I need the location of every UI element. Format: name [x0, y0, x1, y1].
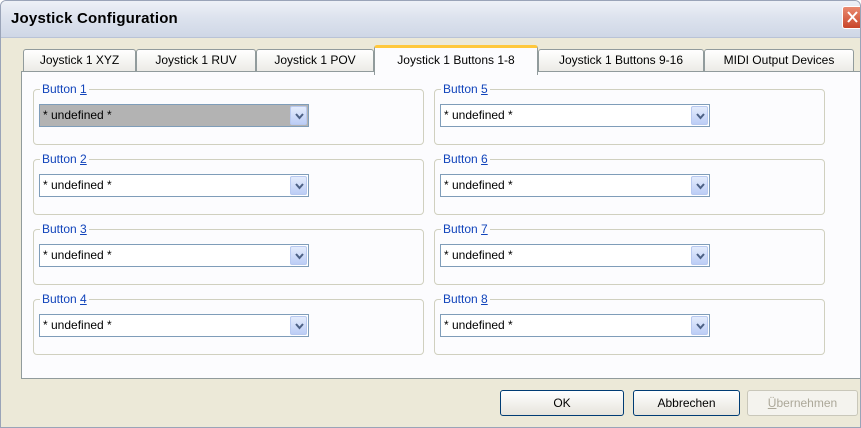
select-value: * undefined *	[43, 248, 112, 262]
button-1-group: Button 1 * undefined *	[33, 82, 424, 145]
button-6-group: Button 6 * undefined *	[434, 152, 825, 215]
button-7-group: Button 7 * undefined *	[434, 222, 825, 285]
tab-midi-output-devices[interactable]: MIDI Output Devices	[704, 49, 854, 71]
chevron-down-icon	[696, 253, 705, 260]
button-8-group: Button 8 * undefined *	[434, 292, 825, 355]
group-label: Button 8	[441, 292, 490, 306]
dropdown-button[interactable]	[691, 106, 708, 125]
tab-joystick-1-xyz[interactable]: Joystick 1 XYZ	[23, 49, 136, 71]
dropdown-button[interactable]	[290, 246, 307, 265]
select-value: * undefined *	[43, 318, 112, 332]
close-icon	[847, 11, 858, 23]
close-button[interactable]	[842, 6, 860, 29]
chevron-down-icon	[295, 253, 304, 260]
chevron-down-icon	[696, 113, 705, 120]
tab-panel: Button 1 * undefined * Button 2 * undefi…	[21, 71, 860, 379]
button-4-group: Button 4 * undefined *	[33, 292, 424, 355]
tab-joystick-1-buttons-9-16[interactable]: Joystick 1 Buttons 9-16	[538, 49, 704, 71]
button-2-select[interactable]: * undefined *	[39, 174, 309, 197]
button-4-select[interactable]: * undefined *	[39, 314, 309, 337]
ok-button[interactable]: OK	[500, 390, 624, 416]
group-label: Button 2	[40, 152, 89, 166]
group-label: Button 6	[441, 152, 490, 166]
chevron-down-icon	[295, 113, 304, 120]
chevron-down-icon	[295, 323, 304, 330]
tab-joystick-1-ruv[interactable]: Joystick 1 RUV	[136, 49, 256, 71]
joystick-config-window: Joystick Configuration Joystick 1 XYZ Jo…	[0, 0, 861, 428]
button-2-group: Button 2 * undefined *	[33, 152, 424, 215]
group-label: Button 7	[441, 222, 490, 236]
select-value: * undefined *	[444, 178, 513, 192]
chevron-down-icon	[295, 183, 304, 190]
group-label: Button 4	[40, 292, 89, 306]
button-3-group: Button 3 * undefined *	[33, 222, 424, 285]
button-8-select[interactable]: * undefined *	[440, 314, 710, 337]
button-6-select[interactable]: * undefined *	[440, 174, 710, 197]
title-bar[interactable]: Joystick Configuration	[1, 1, 860, 38]
group-label: Button 1	[40, 82, 89, 96]
select-value: * undefined *	[444, 318, 513, 332]
group-label: Button 3	[40, 222, 89, 236]
button-3-select[interactable]: * undefined *	[39, 244, 309, 267]
chevron-down-icon	[696, 183, 705, 190]
chevron-down-icon	[696, 323, 705, 330]
dropdown-button[interactable]	[691, 246, 708, 265]
tab-joystick-1-pov[interactable]: Joystick 1 POV	[256, 49, 374, 71]
dropdown-button[interactable]	[290, 316, 307, 335]
window-title: Joystick Configuration	[11, 10, 178, 27]
select-value: * undefined *	[43, 178, 112, 192]
button-1-select[interactable]: * undefined *	[39, 104, 309, 127]
select-value: * undefined *	[43, 108, 112, 122]
button-7-select[interactable]: * undefined *	[440, 244, 710, 267]
dropdown-button[interactable]	[691, 176, 708, 195]
dropdown-button[interactable]	[691, 316, 708, 335]
button-5-select[interactable]: * undefined *	[440, 104, 710, 127]
select-value: * undefined *	[444, 248, 513, 262]
tab-joystick-1-buttons-1-8[interactable]: Joystick 1 Buttons 1-8	[374, 45, 538, 75]
apply-button[interactable]: Übernehmen	[747, 390, 858, 416]
dropdown-button[interactable]	[290, 176, 307, 195]
select-value: * undefined *	[444, 108, 513, 122]
cancel-button[interactable]: Abbrechen	[633, 390, 740, 416]
button-5-group: Button 5 * undefined *	[434, 82, 825, 145]
dropdown-button[interactable]	[290, 106, 307, 125]
group-label: Button 5	[441, 82, 490, 96]
